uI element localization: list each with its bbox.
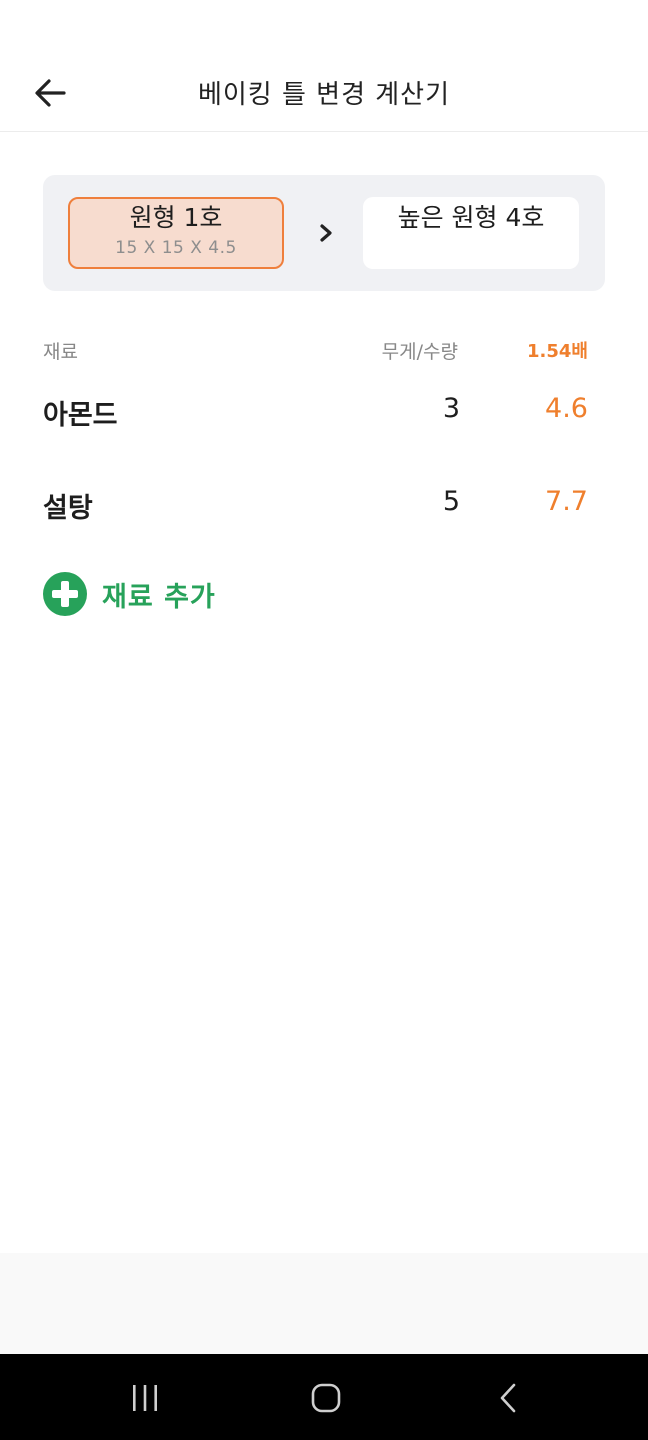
ingredient-name: 설탕 xyxy=(43,493,93,524)
home-button[interactable] xyxy=(296,1376,356,1420)
nav-back-button[interactable] xyxy=(478,1376,538,1420)
ingredient-row[interactable]: 아몬드 3 4.6 xyxy=(0,393,648,453)
target-pan-name: 높은 원형 4호 xyxy=(397,203,545,232)
nav-back-icon xyxy=(500,1383,516,1413)
column-header-ratio: 1.54배 xyxy=(527,341,588,362)
source-pan-button[interactable]: 원형 1호 15 X 15 X 4.5 xyxy=(68,197,284,269)
column-header-quantity: 무게/수량 xyxy=(381,341,458,363)
home-icon xyxy=(311,1383,341,1413)
target-pan-button[interactable]: 높은 원형 4호 xyxy=(363,197,579,269)
bottom-area xyxy=(0,1253,648,1354)
ingredient-result: 7.7 xyxy=(545,486,588,517)
recents-icon xyxy=(133,1385,157,1411)
chevron-right-icon xyxy=(320,224,332,242)
ingredient-result: 4.6 xyxy=(545,393,588,424)
recents-button[interactable] xyxy=(115,1376,175,1420)
source-pan-name: 원형 1호 xyxy=(129,203,223,232)
column-header-ingredient: 재료 xyxy=(43,341,78,363)
ingredient-quantity[interactable]: 5 xyxy=(443,486,460,517)
add-ingredient-button[interactable]: 재료 추가 xyxy=(43,571,216,617)
system-navigation-bar xyxy=(0,1354,648,1440)
ingredient-name: 아몬드 xyxy=(43,400,118,431)
source-pan-dimensions: 15 X 15 X 4.5 xyxy=(115,238,237,258)
app-header: 베이킹 틀 변경 계산기 xyxy=(0,54,648,132)
pan-selector-panel: 원형 1호 15 X 15 X 4.5 높은 원형 4호 xyxy=(43,175,605,291)
add-ingredient-label: 재료 추가 xyxy=(102,581,216,613)
ingredient-quantity[interactable]: 3 xyxy=(443,393,460,424)
plus-circle-icon xyxy=(43,572,87,616)
page-title: 베이킹 틀 변경 계산기 xyxy=(197,80,451,110)
ingredient-row[interactable]: 설탕 5 7.7 xyxy=(0,486,648,546)
